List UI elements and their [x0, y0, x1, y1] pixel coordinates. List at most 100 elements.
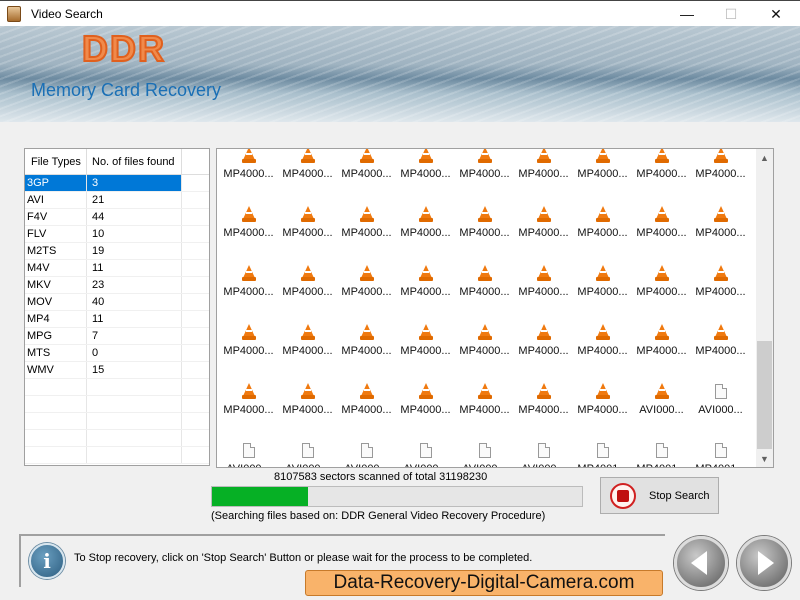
table-row[interactable]: MKV 23 — [25, 277, 209, 294]
file-item[interactable]: MP4000... — [396, 149, 455, 182]
file-count-cell: 21 — [87, 192, 182, 208]
file-item[interactable]: MP4000... — [337, 241, 396, 300]
file-item[interactable]: MP4000... — [573, 149, 632, 182]
file-name-label: MP4000... — [282, 168, 333, 180]
vertical-scrollbar[interactable]: ▲ ▼ — [756, 149, 773, 467]
file-item[interactable]: MP4000... — [632, 300, 691, 359]
file-item[interactable]: MP4000... — [337, 182, 396, 241]
vlc-cone-icon — [477, 383, 492, 399]
file-item[interactable]: MP4000... — [278, 149, 337, 182]
table-row[interactable]: MOV 40 — [25, 294, 209, 311]
file-item[interactable]: MP4001... — [573, 418, 632, 467]
file-item[interactable]: MP4001... — [691, 418, 750, 467]
file-item[interactable]: MP4000... — [278, 182, 337, 241]
back-button[interactable] — [674, 536, 728, 590]
file-item[interactable]: MP4000... — [337, 300, 396, 359]
table-row[interactable]: MP4 11 — [25, 311, 209, 328]
table-row[interactable]: AVI 21 — [25, 192, 209, 209]
file-item[interactable]: MP4001... — [632, 418, 691, 467]
file-count-cell: 19 — [87, 243, 182, 259]
file-item[interactable]: MP4000... — [396, 241, 455, 300]
file-item[interactable]: MP4000... — [278, 359, 337, 418]
file-item[interactable]: MP4000... — [337, 149, 396, 182]
file-item[interactable]: AVI000... — [278, 418, 337, 467]
file-name-label: MP4000... — [636, 227, 687, 239]
file-item[interactable]: MP4000... — [632, 149, 691, 182]
table-row[interactable]: M2TS 19 — [25, 243, 209, 260]
file-item[interactable]: MP4000... — [632, 182, 691, 241]
file-item[interactable]: MP4000... — [219, 359, 278, 418]
file-grid-row: AVI000... AVI000... AVI000... AVI000... AVI0… — [219, 418, 755, 467]
stop-search-button[interactable]: Stop Search — [600, 477, 719, 514]
file-item[interactable]: MP4000... — [632, 241, 691, 300]
table-row[interactable]: M4V 11 — [25, 260, 209, 277]
file-item[interactable]: MP4000... — [396, 182, 455, 241]
scroll-down-button[interactable]: ▼ — [756, 450, 773, 467]
file-item[interactable]: MP4000... — [691, 149, 750, 182]
file-item[interactable]: MP4000... — [455, 359, 514, 418]
table-row[interactable]: MTS 0 — [25, 345, 209, 362]
scroll-up-button[interactable]: ▲ — [756, 149, 773, 166]
file-item[interactable]: AVI000... — [455, 418, 514, 467]
table-row[interactable]: MPG 7 — [25, 328, 209, 345]
file-item[interactable]: MP4000... — [573, 241, 632, 300]
file-item[interactable]: MP4000... — [337, 359, 396, 418]
file-item[interactable]: MP4000... — [514, 182, 573, 241]
file-types-table[interactable]: File Types No. of files found 3GP 3 AVI 21 F… — [24, 148, 210, 466]
file-name-label: MP4000... — [518, 404, 569, 416]
file-item[interactable]: MP4000... — [278, 241, 337, 300]
found-files-panel[interactable]: MP4000... MP4000... MP4000... MP4000... MP40… — [216, 148, 774, 468]
table-row[interactable]: FLV 10 — [25, 226, 209, 243]
vlc-cone-icon — [654, 206, 669, 222]
file-item[interactable]: MP4000... — [455, 300, 514, 359]
file-item[interactable]: MP4000... — [219, 149, 278, 182]
file-item[interactable]: MP4000... — [219, 182, 278, 241]
file-item[interactable]: MP4000... — [455, 182, 514, 241]
file-name-label: MP4000... — [695, 227, 746, 239]
file-item[interactable]: AVI000... — [514, 418, 573, 467]
file-name-label: MP4000... — [518, 227, 569, 239]
vlc-cone-icon — [300, 206, 315, 222]
file-item[interactable]: MP4000... — [219, 241, 278, 300]
file-name-label: MP4000... — [695, 345, 746, 357]
file-type-cell: WMV — [25, 362, 87, 378]
file-item[interactable]: AVI000... — [337, 418, 396, 467]
vlc-cone-icon — [713, 265, 728, 281]
file-item[interactable]: MP4000... — [573, 182, 632, 241]
file-item[interactable]: MP4000... — [514, 149, 573, 182]
table-row[interactable]: F4V 44 — [25, 209, 209, 226]
file-item[interactable]: MP4000... — [573, 300, 632, 359]
file-item[interactable]: AVI000... — [219, 418, 278, 467]
next-button[interactable] — [737, 536, 791, 590]
vlc-cone-icon — [241, 383, 256, 399]
file-item[interactable]: MP4000... — [455, 149, 514, 182]
table-row[interactable]: WMV 15 — [25, 362, 209, 379]
vlc-cone-icon — [418, 324, 433, 340]
column-header-file-types[interactable]: File Types — [25, 149, 87, 174]
minimize-button[interactable]: — — [664, 1, 710, 27]
file-item[interactable]: MP4000... — [691, 300, 750, 359]
arrow-left-icon — [691, 551, 707, 575]
file-item[interactable]: MP4000... — [691, 241, 750, 300]
table-row[interactable]: 3GP 3 — [25, 175, 209, 192]
scroll-thumb[interactable] — [757, 341, 772, 449]
vlc-cone-icon — [359, 149, 374, 163]
file-item[interactable]: MP4000... — [455, 241, 514, 300]
file-item[interactable]: MP4000... — [514, 300, 573, 359]
file-item[interactable]: MP4000... — [514, 359, 573, 418]
file-item[interactable]: MP4000... — [514, 241, 573, 300]
file-item[interactable]: MP4000... — [219, 300, 278, 359]
file-item[interactable]: MP4000... — [396, 300, 455, 359]
file-item[interactable]: AVI000... — [632, 359, 691, 418]
file-item[interactable]: AVI000... — [396, 418, 455, 467]
blank-file-icon — [714, 443, 727, 458]
file-item[interactable]: MP4000... — [691, 182, 750, 241]
column-header-files-found[interactable]: No. of files found — [87, 149, 182, 174]
file-item[interactable]: MP4000... — [278, 300, 337, 359]
file-item[interactable]: MP4000... — [396, 359, 455, 418]
file-item[interactable]: AVI000... — [691, 359, 750, 418]
website-banner: Data-Recovery-Digital-Camera.com — [305, 570, 663, 596]
close-button[interactable]: ✕ — [753, 1, 799, 27]
file-item[interactable]: MP4000... — [573, 359, 632, 418]
maximize-button[interactable]: ☐ — [708, 1, 754, 27]
